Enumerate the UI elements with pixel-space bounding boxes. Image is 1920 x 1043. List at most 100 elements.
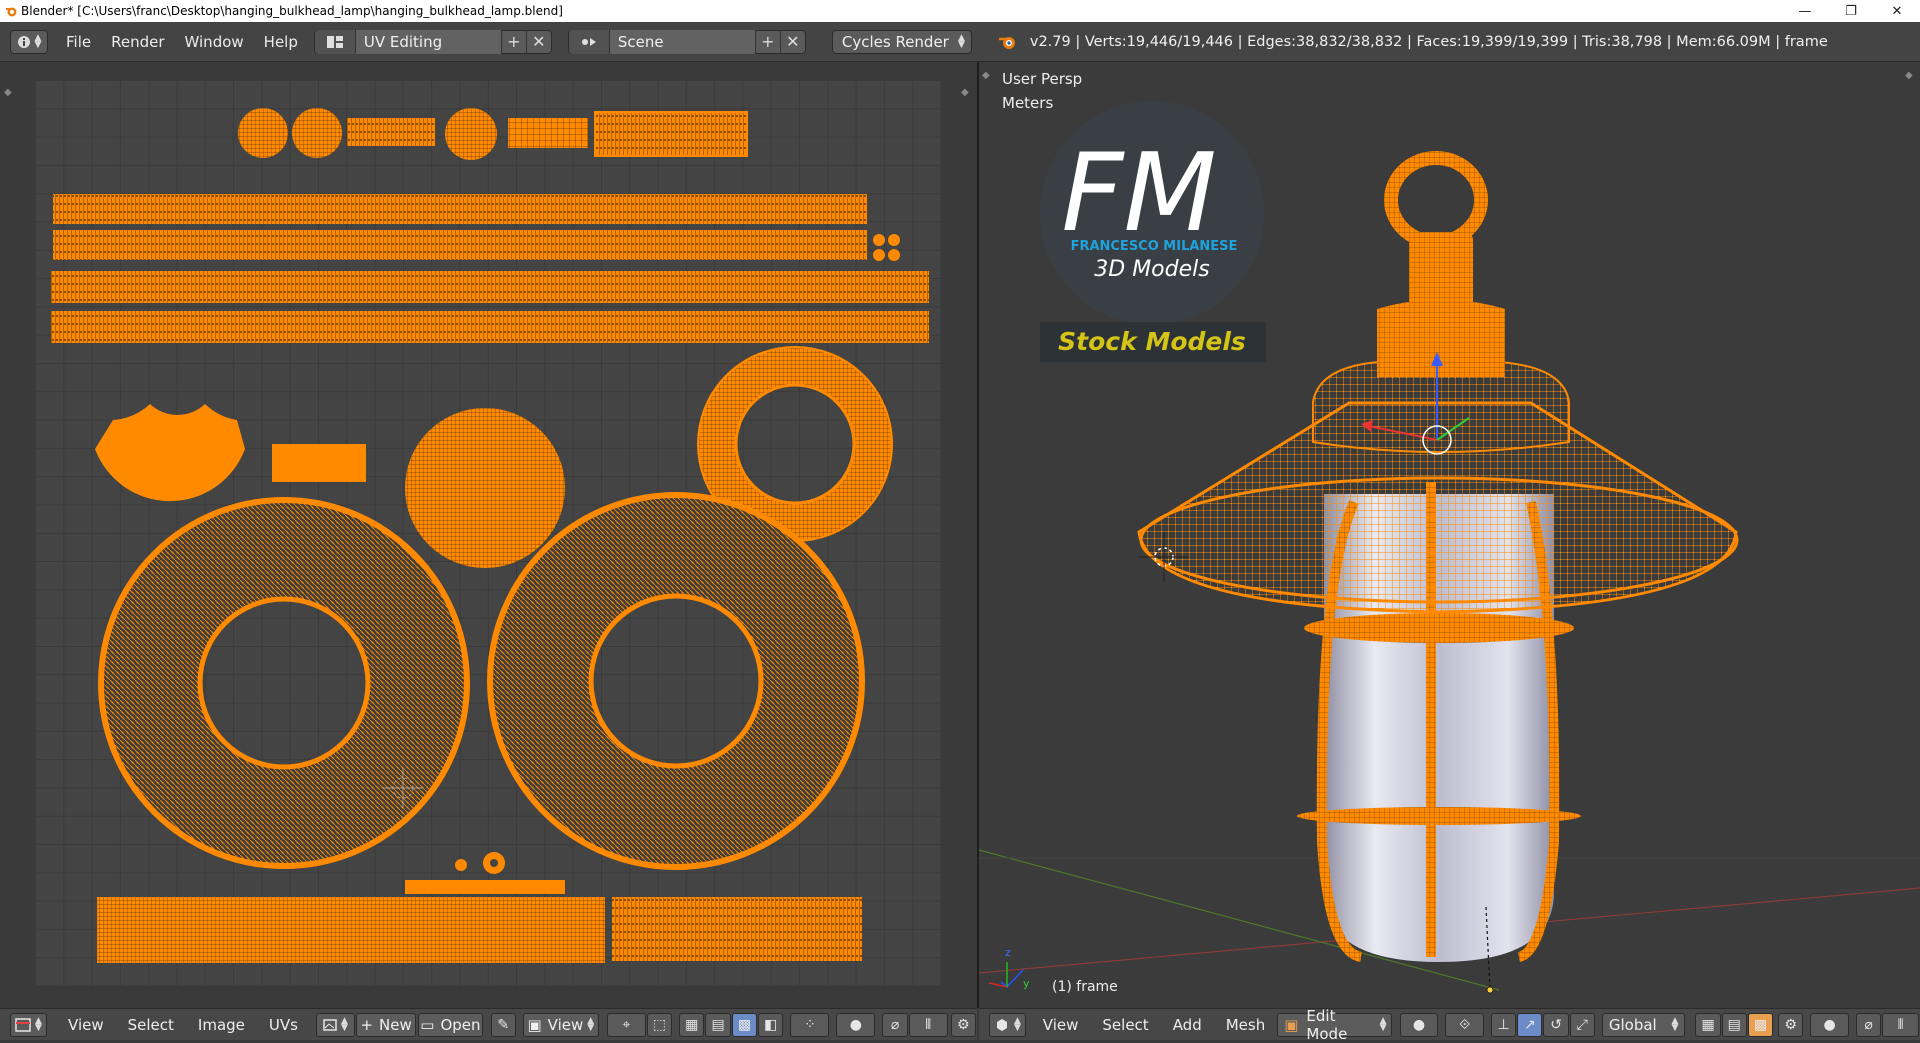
layout-icon (314, 29, 356, 54)
screen-layout-selector[interactable]: UV Editing + ✕ (313, 29, 552, 54)
proportional-icon[interactable]: ● (1810, 1012, 1850, 1037)
add-icon[interactable]: + (754, 29, 780, 54)
logo-letters: FM (1061, 131, 1216, 256)
mode-dropdown[interactable]: ▣ Edit Mode ▲ ▼ (1277, 1007, 1392, 1043)
uv-island[interactable] (612, 897, 862, 961)
snap-target-icon[interactable]: ⫴ (908, 1012, 948, 1037)
orientation-dropdown[interactable]: Global ▲ ▼ (1601, 1012, 1686, 1037)
uv-island[interactable] (698, 347, 892, 541)
manipulator-icon[interactable]: ⊥ (1491, 1012, 1517, 1037)
uv-island[interactable] (292, 108, 342, 158)
close-window-button[interactable]: ✕ (1874, 0, 1920, 22)
view-mode-dropdown[interactable]: ▣ View ▲ ▼ (522, 1012, 599, 1037)
open-image-button[interactable]: ▭ Open (418, 1012, 483, 1037)
uv-island[interactable] (873, 234, 885, 246)
uv-island[interactable] (445, 108, 497, 160)
uv-editor-icon (15, 1017, 31, 1032)
3d-viewport[interactable]: ◆ ◆ User Persp Meters FM FRANCESCO MILAN… (979, 62, 1920, 1008)
uv-island[interactable] (347, 118, 435, 146)
menu-select[interactable]: Select (116, 1016, 186, 1034)
uv-islands[interactable] (35, 80, 941, 986)
scene-selector[interactable]: Scene + ✕ (567, 29, 806, 54)
editor-type-selector[interactable]: ▲ ▼ (10, 1012, 48, 1037)
uv-island[interactable] (272, 444, 366, 482)
info-header: ▲ ▼ File Render Window Help UV Editing + … (0, 22, 1920, 62)
translate-icon[interactable]: ↗ (1517, 1012, 1543, 1037)
folder-icon: ▭ (420, 1015, 435, 1034)
island-select-icon[interactable]: ◧ (758, 1012, 784, 1037)
uv-island[interactable] (53, 194, 867, 224)
add-icon[interactable]: + (500, 29, 526, 54)
uv-island[interactable] (101, 500, 467, 866)
scene-statistics: v2.79 | Verts:19,446/19,446 | Edges:38,8… (1029, 33, 1828, 50)
snap-target-icon[interactable]: ⫴ (1882, 1012, 1920, 1037)
uv-island-hole (490, 859, 498, 867)
image-browse-button[interactable]: ▲ ▼ (315, 1012, 355, 1037)
render-engine-selector[interactable]: Cycles Render ▲ ▼ (831, 29, 972, 54)
menu-add[interactable]: Add (1161, 1016, 1214, 1034)
close-icon[interactable]: ✕ (525, 29, 551, 54)
menu-render[interactable]: Render (101, 33, 174, 51)
pin-icon[interactable]: ✎ (490, 1012, 516, 1037)
restore-button[interactable]: ❐ (1828, 0, 1874, 22)
shading-icon[interactable]: ● (1399, 1012, 1439, 1037)
menu-view[interactable]: View (1031, 1016, 1091, 1034)
region-toggle-icon[interactable]: ◆ (4, 87, 14, 98)
menu-view[interactable]: View (56, 1016, 116, 1034)
new-image-button[interactable]: + New (355, 1012, 417, 1037)
menu-image[interactable]: Image (186, 1016, 257, 1034)
lamp-hook (1384, 151, 1488, 249)
uv-island[interactable] (594, 111, 748, 157)
uv-island[interactable] (455, 859, 467, 871)
uv-sync-icon[interactable]: ⬚ (646, 1012, 673, 1037)
menu-uvs[interactable]: UVs (257, 1016, 310, 1034)
uv-island[interactable] (405, 880, 565, 894)
edge-select-icon[interactable]: ▤ (705, 1012, 731, 1037)
menu-help[interactable]: Help (254, 33, 308, 51)
uv-image-editor[interactable]: ◆ ◆ (0, 62, 977, 1008)
scene-name[interactable]: Scene (609, 29, 755, 54)
menu-select[interactable]: Select (1090, 1016, 1160, 1034)
face-select-icon[interactable]: ▩ (731, 1012, 758, 1037)
sticky-mode-icon[interactable]: ⁘ (790, 1012, 830, 1037)
uv-island[interactable] (873, 249, 885, 261)
uv-island[interactable] (51, 271, 929, 303)
rotate-icon[interactable]: ↺ (1543, 1012, 1569, 1037)
overlay-icon[interactable]: ⚙ (950, 1012, 976, 1037)
menu-window[interactable]: Window (175, 33, 254, 51)
uv-island[interactable] (95, 404, 245, 502)
uv-island[interactable] (508, 118, 588, 148)
screen-layout-name[interactable]: UV Editing (355, 29, 501, 54)
svg-text:z: z (1005, 946, 1011, 959)
proportional-icon[interactable]: ● (836, 1012, 876, 1037)
uv-island[interactable] (405, 408, 565, 568)
uv-island[interactable] (238, 108, 288, 158)
3d-view-icon (996, 1018, 1007, 1031)
uv-island[interactable] (97, 897, 605, 963)
uv-island[interactable] (888, 234, 900, 246)
close-icon[interactable]: ✕ (779, 29, 805, 54)
region-toggle-icon[interactable]: ◆ (961, 87, 971, 98)
uv-island[interactable] (51, 311, 929, 343)
edge-select-icon[interactable]: ▤ (1721, 1012, 1747, 1037)
face-select-icon[interactable]: ▩ (1747, 1012, 1774, 1037)
vertex-select-icon[interactable]: ▦ (1695, 1012, 1721, 1037)
uv-island-outline (734, 383, 856, 505)
occlude-icon[interactable]: ⚙ (1778, 1012, 1804, 1037)
pivot-icon[interactable]: ⌖ (606, 1012, 646, 1037)
uv-island[interactable] (491, 496, 861, 866)
snap-icon[interactable]: ⌀ (1856, 1012, 1882, 1037)
snap-icon[interactable]: ⌀ (882, 1012, 908, 1037)
window-titlebar: Blender* [C:\Users\franc\Desktop\hanging… (0, 0, 1920, 22)
pivot-icon[interactable]: ⟐ (1445, 1012, 1485, 1037)
menu-file[interactable]: File (56, 33, 101, 51)
uv-grid[interactable] (35, 80, 941, 986)
vertex-select-icon[interactable]: ▦ (679, 1012, 705, 1037)
uv-island[interactable] (53, 230, 867, 260)
minimize-button[interactable]: — (1782, 0, 1828, 22)
uv-island[interactable] (888, 249, 900, 261)
editor-type-selector[interactable]: ▲ ▼ (10, 29, 48, 54)
editor-type-selector[interactable]: ▲ ▼ (989, 1012, 1026, 1037)
scale-icon[interactable]: ⤢ (1569, 1012, 1595, 1037)
menu-mesh[interactable]: Mesh (1214, 1016, 1278, 1034)
